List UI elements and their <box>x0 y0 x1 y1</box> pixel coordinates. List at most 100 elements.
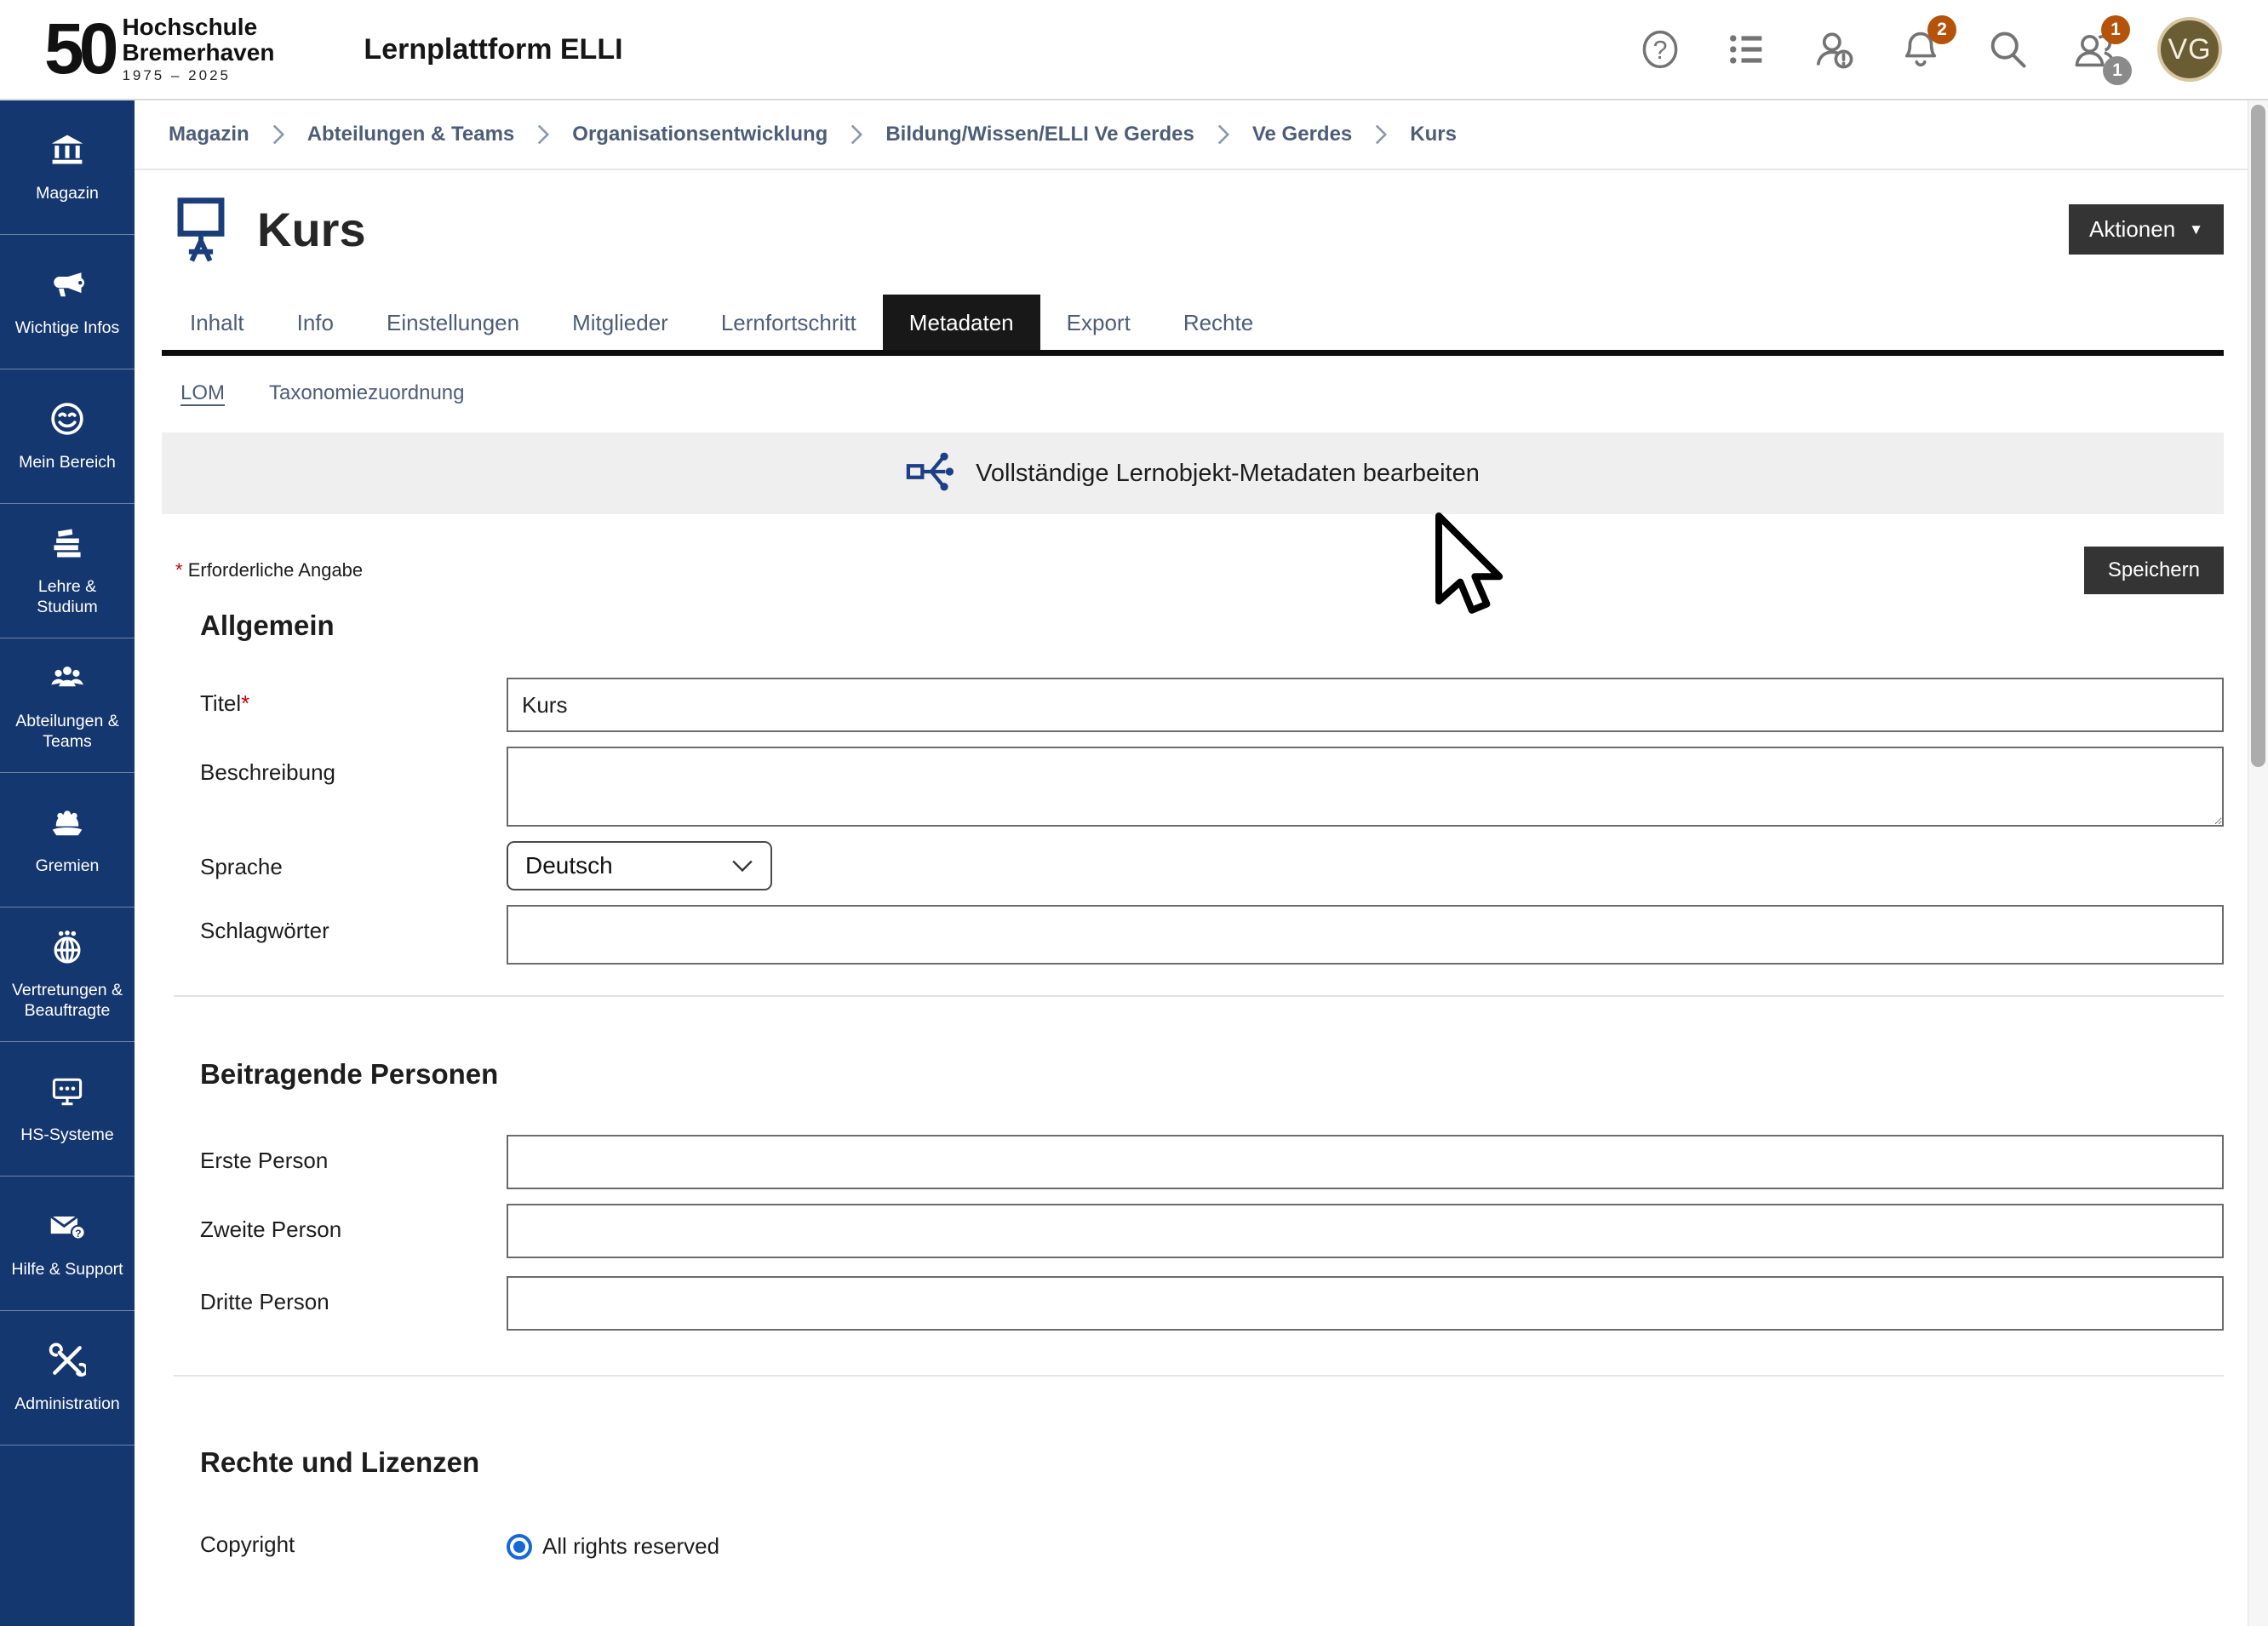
sidebar-item-magazin[interactable]: Magazin <box>0 100 135 235</box>
monitor-icon <box>49 1073 86 1114</box>
edit-full-metadata-banner[interactable]: Vollständige Lernobjekt-Metadaten bearbe… <box>162 432 2224 514</box>
erste-person-label: Erste Person <box>200 1135 507 1174</box>
copyright-label: Copyright <box>200 1526 507 1558</box>
help-icon[interactable]: ? <box>1636 26 1684 73</box>
sidebar-item-abteilungen-teams[interactable]: Abteilungen & Teams <box>0 638 135 773</box>
chevron-right-icon <box>536 123 550 146</box>
sidebar-item-label: Magazin <box>36 183 99 203</box>
sidebar-item-lehre-studium[interactable]: Lehre & Studium <box>0 504 135 638</box>
breadcrumb-item[interactable]: Bildung/Wissen/ELLI Ve Gerdes <box>885 123 1194 146</box>
sidebar-item-label: Mein Bereich <box>19 452 116 472</box>
edit-full-metadata-link[interactable]: Vollständige Lernobjekt-Metadaten bearbe… <box>976 460 1480 488</box>
dritte-person-input[interactable] <box>507 1276 2224 1331</box>
tab-bar: Inhalt Info Einstellungen Mitglieder Ler… <box>162 295 2224 356</box>
contacts-badge-new: 1 <box>2101 15 2130 44</box>
save-button[interactable]: Speichern <box>2084 547 2224 594</box>
zweite-person-label: Zweite Person <box>200 1204 507 1243</box>
sidebar-item-administration[interactable]: Administration <box>0 1311 135 1446</box>
sprache-label: Sprache <box>200 841 507 880</box>
titel-input[interactable] <box>507 678 2224 732</box>
user-alert-icon[interactable] <box>1810 26 1858 73</box>
copyright-radio[interactable] <box>507 1534 532 1560</box>
beschreibung-textarea[interactable] <box>507 747 2224 827</box>
sidebar-item-mein-bereich[interactable]: Mein Bereich <box>0 369 135 504</box>
avatar[interactable]: VG <box>2157 17 2222 82</box>
chevron-right-icon <box>1217 123 1230 146</box>
search-icon[interactable] <box>1984 26 2031 73</box>
main-sidebar: Magazin Wichtige Infos Mein Bereich Lehr… <box>0 100 135 1626</box>
page-title: Kurs <box>257 202 366 257</box>
erste-person-input[interactable] <box>507 1135 2224 1189</box>
sidebar-item-label: Hilfe & Support <box>11 1259 123 1280</box>
team-icon <box>49 659 86 701</box>
tab-lernfortschritt[interactable]: Lernfortschritt <box>695 295 883 350</box>
tab-rechte[interactable]: Rechte <box>1157 295 1280 350</box>
sprache-select[interactable]: Deutsch <box>507 841 772 890</box>
committee-icon <box>49 804 86 845</box>
metadata-hub-icon <box>906 449 955 498</box>
sidebar-item-label: Lehre & Studium <box>7 576 128 618</box>
scrollbar-thumb[interactable] <box>2251 105 2265 767</box>
schlagwoerter-input[interactable] <box>507 905 2224 965</box>
sidebar-item-label: Gremien <box>36 856 100 876</box>
main-content: Magazin Abteilungen & Teams Organisation… <box>135 100 2248 1626</box>
tab-einstellungen[interactable]: Einstellungen <box>360 295 546 350</box>
sidebar-item-gremien[interactable]: Gremien <box>0 773 135 907</box>
contacts-icon[interactable]: 1 1 <box>2070 26 2118 73</box>
logo-50: 50 <box>44 17 113 82</box>
sidebar-item-label: Abteilungen & Teams <box>7 711 128 753</box>
logo-years: 1975 – 2025 <box>122 67 274 84</box>
tab-mitglieder[interactable]: Mitglieder <box>546 295 695 350</box>
sidebar-item-label: HS-Systeme <box>20 1125 113 1145</box>
breadcrumb-item[interactable]: Magazin <box>169 123 249 146</box>
sidebar-item-wichtige-infos[interactable]: Wichtige Infos <box>0 235 135 369</box>
chevron-right-icon <box>850 123 863 146</box>
sidebar-item-vertretungen-beauftragte[interactable]: Vertretungen & Beauftragte <box>0 907 135 1042</box>
caret-down-icon: ▼ <box>2189 222 2203 237</box>
beschreibung-label: Beschreibung <box>200 747 507 786</box>
subtab-bar: LOM Taxonomiezuordnung <box>162 381 2224 405</box>
mail-question-icon: ? <box>49 1207 86 1249</box>
university-logo: 50 Hochschule Bremerhaven 1975 – 2025 <box>44 14 274 83</box>
notifications-bell-icon[interactable]: 2 <box>1897 26 1944 73</box>
logo-name-line1: Hochschule <box>122 14 274 39</box>
section-title-beitragende: Beitragende Personen <box>200 1058 2224 1091</box>
zweite-person-input[interactable] <box>507 1204 2224 1258</box>
required-hint: * Erforderliche Angabe <box>175 559 363 581</box>
tab-metadaten[interactable]: Metadaten <box>883 295 1040 350</box>
svg-text:?: ? <box>1653 37 1668 65</box>
list-menu-icon[interactable] <box>1723 26 1771 73</box>
top-header: 50 Hochschule Bremerhaven 1975 – 2025 Le… <box>0 0 2268 100</box>
course-icon <box>174 192 228 266</box>
section-title-rechte: Rechte und Lizenzen <box>200 1446 2224 1479</box>
contacts-badge-total: 1 <box>2103 56 2132 85</box>
sidebar-item-label: Wichtige Infos <box>15 318 119 338</box>
breadcrumb-item[interactable]: Ve Gerdes <box>1252 123 1352 146</box>
tab-inhalt[interactable]: Inhalt <box>163 295 271 350</box>
tab-info[interactable]: Info <box>271 295 360 350</box>
copyright-option-label: All rights reserved <box>542 1533 719 1560</box>
globe-people-icon <box>49 928 86 970</box>
sidebar-item-label: Vertretungen & Beauftragte <box>7 980 128 1022</box>
breadcrumb-item-current[interactable]: Kurs <box>1410 123 1457 146</box>
sidebar-item-label: Administration <box>14 1394 120 1414</box>
chevron-right-icon <box>1374 123 1388 146</box>
sidebar-item-hs-systeme[interactable]: HS-Systeme <box>0 1042 135 1177</box>
actions-button[interactable]: Aktionen ▼ <box>2069 204 2224 255</box>
subtab-taxonomiezuordnung[interactable]: Taxonomiezuordnung <box>269 381 465 405</box>
breadcrumb-item[interactable]: Abteilungen & Teams <box>307 123 515 146</box>
chevron-down-icon <box>731 859 753 873</box>
app-title: Lernplattform ELLI <box>364 33 622 66</box>
breadcrumb-item[interactable]: Organisationsentwicklung <box>572 123 828 146</box>
section-divider <box>174 995 2224 997</box>
titel-label: Titel* <box>200 678 507 717</box>
section-divider <box>174 1375 2224 1377</box>
smiley-icon <box>49 400 86 442</box>
sprache-selected-value: Deutsch <box>525 852 613 879</box>
subtab-lom[interactable]: LOM <box>180 381 225 405</box>
sidebar-item-hilfe-support[interactable]: ? Hilfe & Support <box>0 1177 135 1311</box>
vertical-scrollbar[interactable] <box>2248 100 2268 1626</box>
books-icon <box>49 524 86 566</box>
tab-export[interactable]: Export <box>1040 295 1157 350</box>
chevron-right-icon <box>272 123 285 146</box>
